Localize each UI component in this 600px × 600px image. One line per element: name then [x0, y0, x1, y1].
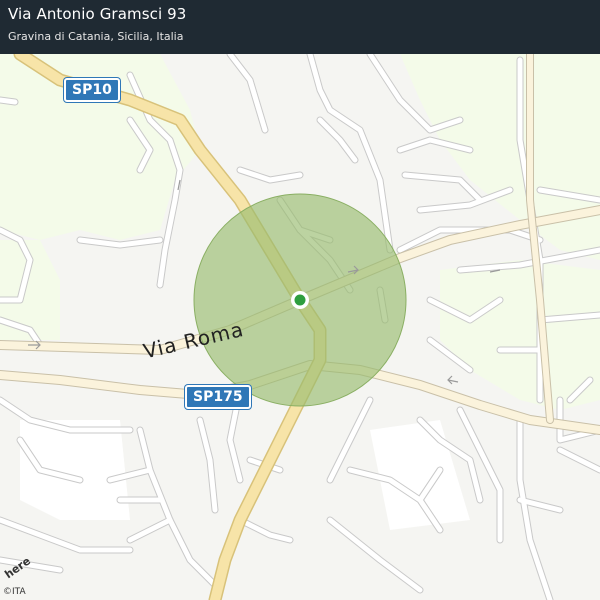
address-subtitle: Gravina di Catania, Sicilia, Italia	[8, 30, 184, 43]
road-shield-sp175: SP175	[185, 385, 251, 409]
location-header: Via Antonio Gramsci 93 Gravina di Catani…	[0, 0, 600, 54]
map-attribution[interactable]: ©ITA	[3, 587, 26, 597]
road-shield-sp10: SP10	[64, 78, 120, 102]
address-title: Via Antonio Gramsci 93	[8, 5, 187, 23]
location-marker[interactable]	[294, 294, 306, 306]
